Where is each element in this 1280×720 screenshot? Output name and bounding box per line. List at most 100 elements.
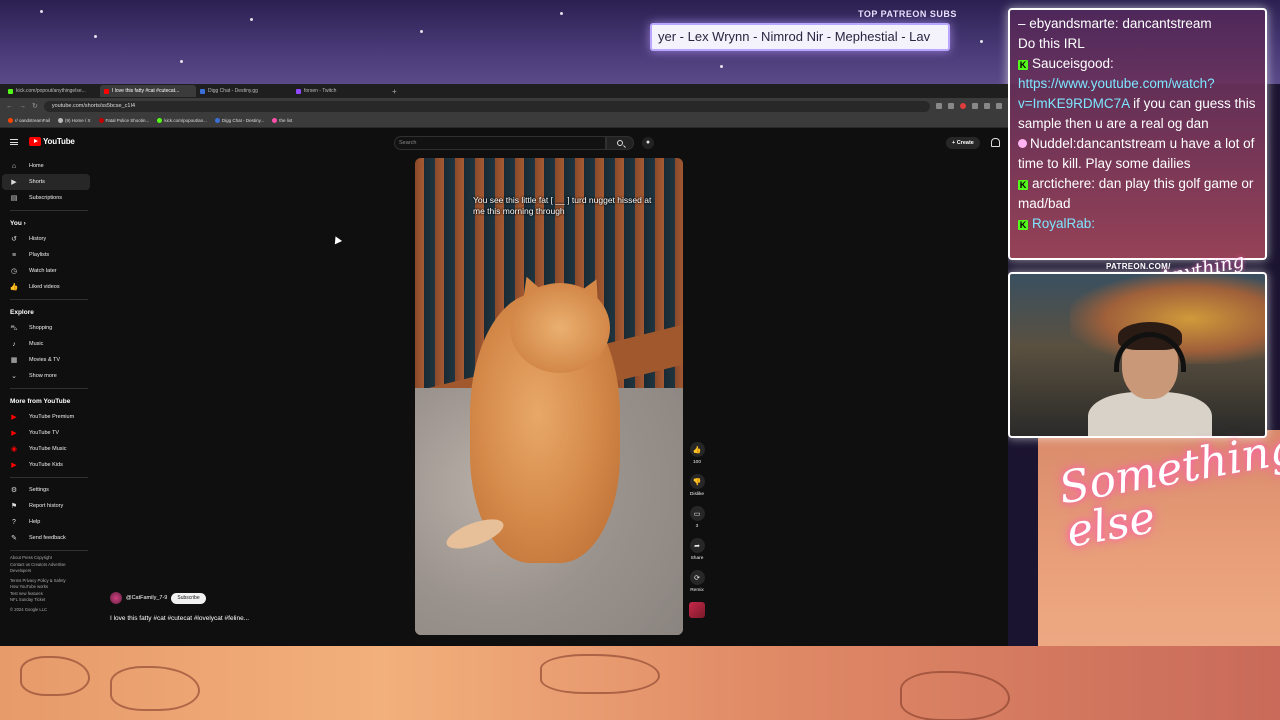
bookmark[interactable]: Fatal Police Shootin...: [98, 118, 149, 123]
search-input[interactable]: Search: [394, 136, 606, 150]
youtube-tv-icon: ▶: [11, 430, 17, 437]
like-count: 100: [692, 460, 701, 465]
sidebar-item-movies-tv[interactable]: ▦ Movies & TV: [0, 352, 100, 368]
hamburger-menu-icon[interactable]: [10, 139, 18, 145]
youtube-favicon-icon: [104, 88, 109, 94]
chat-message: Karctichere: dan play this golf game or …: [1018, 174, 1257, 214]
gear-icon: ⚙: [10, 487, 18, 494]
search-button[interactable]: [606, 136, 634, 150]
share-icon[interactable]: ➦: [689, 538, 705, 553]
dislike-label: Dislike: [689, 492, 705, 497]
sidebar-item-label: Help: [29, 519, 41, 525]
star: [180, 60, 183, 63]
tab-label: I love this fatty #cat #cutecat...: [112, 88, 180, 94]
overlay-sand-bottom: [0, 646, 1280, 720]
help-icon: ?: [12, 518, 16, 526]
bookmarks-bar: r/ oandstreamFail (9) Home / X Fatal Pol…: [0, 114, 1008, 128]
video-title[interactable]: I love this fatty #cat #cutecat #lovelyc…: [110, 615, 249, 622]
sidebar-item-help[interactable]: ? Help: [0, 514, 100, 530]
sidebar-heading-you[interactable]: You ›: [0, 215, 100, 231]
microphone-icon[interactable]: ●: [642, 137, 654, 149]
sidebar-item-subscriptions[interactable]: ▤ Subscriptions: [0, 190, 100, 206]
browser-tab[interactable]: forsen - Twitch: [292, 85, 388, 97]
extension-icon[interactable]: [960, 103, 966, 109]
channel-name[interactable]: @CatFamily_7-9: [126, 595, 167, 601]
bookmark[interactable]: (9) Home / X: [58, 118, 91, 123]
sidebar-item-report-history[interactable]: ⚑ Report history: [0, 498, 100, 514]
chat-panel: – ebyandsmarte: dancantstream Do this IR…: [1008, 8, 1267, 260]
youtube-logo-text: YouTube: [43, 137, 75, 146]
avatar[interactable]: [110, 592, 122, 604]
sidebar-item-watch-later[interactable]: ◷ Watch later: [0, 263, 100, 279]
profile-icon[interactable]: [996, 103, 1002, 109]
extension-icon[interactable]: [972, 103, 978, 109]
sidebar-item-music[interactable]: ♪ Music: [0, 336, 100, 352]
kick-badge-icon: K: [1018, 220, 1028, 230]
thumbs-up-icon[interactable]: 👍: [689, 442, 705, 457]
sound-avatar[interactable]: [689, 602, 705, 618]
bookmark-label: the list: [279, 118, 293, 123]
music-icon: ♪: [12, 340, 16, 348]
bookmark-label: kick.com/popout/an...: [164, 118, 207, 123]
comment-icon[interactable]: ▭: [689, 506, 705, 521]
divider: [10, 477, 88, 478]
chat-message: – ebyandsmarte: dancantstream: [1018, 16, 1212, 31]
new-tab-icon[interactable]: +: [392, 87, 397, 96]
extension-icon[interactable]: [984, 103, 990, 109]
sidebar-item-label: Home: [29, 163, 44, 169]
sidebar-item-home[interactable]: ⌂ Home: [0, 158, 100, 174]
remix-icon[interactable]: ⟳: [689, 570, 705, 585]
browser-tab[interactable]: Digg Chat - Destiny.gg: [196, 85, 292, 97]
chat-message: https://www.youtube.com/watch?v=ImKE9RDM…: [1018, 74, 1257, 134]
bookmark-label: Digg Chat - Destiny...: [221, 118, 265, 123]
browser-tab[interactable]: kick.com/popout/anythingelse...: [4, 85, 100, 97]
create-button[interactable]: + Create: [946, 137, 980, 149]
sidebar-item-label: Report history: [29, 503, 64, 509]
thumbs-down-icon[interactable]: 👎: [689, 474, 705, 489]
divider: [10, 388, 88, 389]
sub-badge-icon: [1018, 139, 1027, 148]
sidebar-item-youtube-kids[interactable]: ▶ YouTube Kids: [0, 457, 100, 473]
sidebar-item-settings[interactable]: ⚙ Settings: [0, 482, 100, 498]
webcam-feed: [1008, 272, 1267, 438]
bookmark-favicon-icon: [58, 118, 64, 123]
chat-text: Do this IRL: [1018, 36, 1085, 51]
bookmark[interactable]: the list: [272, 118, 292, 123]
reload-icon[interactable]: ↻: [32, 102, 38, 110]
star: [720, 65, 723, 68]
browser-tab-active[interactable]: I love this fatty #cat #cutecat...: [100, 85, 196, 97]
youtube-logo[interactable]: YouTube: [29, 137, 75, 146]
youtube-music-icon: ◉: [10, 446, 18, 453]
chat-message: K Sauceisgood:: [1018, 54, 1257, 74]
sidebar-item-shorts[interactable]: ▶ Shorts: [2, 174, 90, 190]
sidebar-item-shopping[interactable]: ⛍ Shopping: [0, 320, 100, 336]
bookmark[interactable]: kick.com/popout/an...: [157, 118, 207, 123]
subscribe-button[interactable]: Subscribe: [171, 592, 206, 604]
tab-label: forsen - Twitch: [304, 88, 337, 94]
notifications-bell-icon[interactable]: [991, 138, 1000, 147]
sidebar-item-label: History: [29, 236, 47, 242]
bookmark[interactable]: r/ oandstreamFail: [8, 118, 50, 123]
url-field[interactable]: youtube.com/shorts/ss5bcse_c1I4: [43, 100, 930, 112]
dislike-action: 👎 Dislike: [686, 474, 708, 498]
sidebar-item-youtube-music[interactable]: ◉ YouTube Music: [0, 441, 100, 457]
bookmark-star-icon[interactable]: [948, 103, 954, 109]
sidebar-item-label: Shopping: [29, 325, 53, 331]
sidebar-item-send-feedback[interactable]: ✎ Send feedback: [0, 530, 100, 546]
extension-icon[interactable]: [936, 103, 942, 109]
create-label: Create: [956, 140, 974, 146]
dgg-favicon-icon: [200, 88, 205, 94]
bookmark[interactable]: Digg Chat - Destiny...: [214, 118, 265, 123]
shorts-video-player[interactable]: You see this little fat [ __ ] turd nugg…: [415, 158, 683, 635]
sidebar-item-liked-videos[interactable]: 👍 Liked videos: [0, 279, 100, 295]
sidebar-item-youtube-premium[interactable]: ▶ YouTube Premium: [0, 409, 100, 425]
sidebar-item-history[interactable]: ↺ History: [0, 231, 100, 247]
copyright: © 2024 Google LLC: [10, 606, 48, 612]
sidebar-item-playlists[interactable]: ≡ Playlists: [0, 247, 100, 263]
youtube-premium-icon: ▶: [11, 414, 17, 421]
back-icon[interactable]: ←: [6, 103, 13, 110]
sidebar-item-show-more[interactable]: ⌄ Show more: [0, 368, 100, 384]
forward-icon[interactable]: →: [19, 103, 26, 110]
remix-action: ⟳ Remix: [686, 570, 708, 594]
sidebar-item-youtube-tv[interactable]: ▶ YouTube TV: [0, 425, 100, 441]
